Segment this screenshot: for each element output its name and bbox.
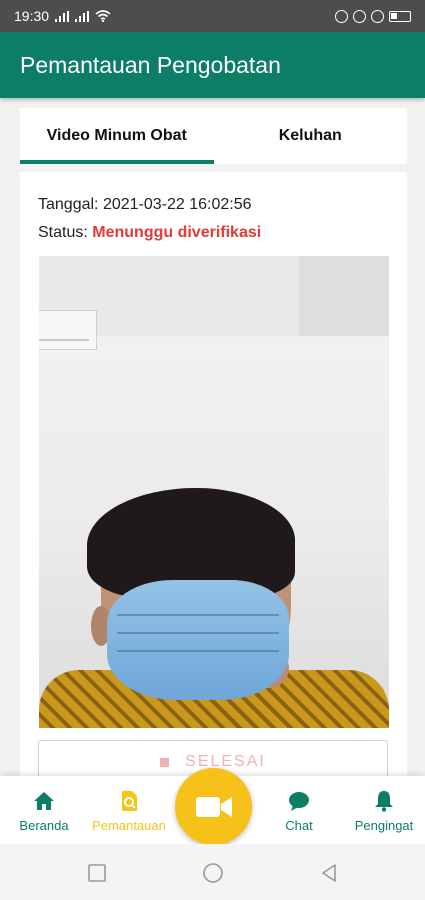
alarm-icon <box>371 9 384 23</box>
home-circle-icon[interactable] <box>202 862 224 884</box>
date-value: 2021-03-22 16:02:56 <box>102 196 252 213</box>
video-preview[interactable] <box>39 256 389 728</box>
system-navigation-bar <box>0 844 425 900</box>
date-label: Tanggal: <box>38 196 99 213</box>
nav-item-pengingat[interactable]: Pengingat <box>350 790 418 833</box>
status-line: Status: Menunggu diverifikasi <box>38 224 261 242</box>
status-bar: 19:30 <box>0 0 425 32</box>
video-air-conditioner <box>39 310 97 350</box>
tab-bar: Video Minum Obat Keluhan <box>20 108 407 164</box>
home-icon <box>34 792 54 810</box>
page-title: Pemantauan Pengobatan <box>20 51 281 78</box>
chat-icon <box>289 792 309 811</box>
status-label: Status: <box>38 224 88 241</box>
wifi-icon <box>95 10 111 22</box>
video-camera-icon <box>195 796 232 817</box>
app-bar: Pemantauan Pengobatan <box>0 32 425 98</box>
tab-keluhan[interactable]: Keluhan <box>214 108 408 164</box>
back-icon[interactable] <box>318 862 340 884</box>
nav-label: Chat <box>285 818 313 833</box>
nav-item-pemantauan[interactable]: Pemantauan <box>88 790 170 833</box>
battery-icon <box>389 10 411 22</box>
eye-comfort-icon <box>335 9 348 23</box>
recent-apps-icon[interactable] <box>86 862 108 884</box>
video-wall <box>299 256 389 336</box>
video-person <box>39 488 389 728</box>
tab-label: Keluhan <box>278 127 342 144</box>
video-record-card: Tanggal: 2021-03-22 16:02:56 Status: Men… <box>20 172 407 792</box>
person-face-mask <box>107 580 289 700</box>
finish-button-label: SELESAI <box>185 753 266 770</box>
signal-icon-2 <box>75 10 90 22</box>
data-saver-icon <box>353 9 366 23</box>
clock: 19:30 <box>14 8 50 24</box>
nav-label: Pengingat <box>354 818 414 833</box>
stop-icon <box>160 757 170 767</box>
status-value: Menunggu diverifikasi <box>92 224 262 241</box>
tab-video-minum-obat[interactable]: Video Minum Obat <box>20 108 214 164</box>
record-video-button[interactable] <box>175 768 252 845</box>
nav-item-beranda[interactable]: Beranda <box>15 790 73 833</box>
nav-item-chat[interactable]: Chat <box>277 790 321 833</box>
monitor-search-icon <box>122 791 137 811</box>
bell-icon <box>375 791 393 812</box>
date-line: Tanggal: 2021-03-22 16:02:56 <box>38 196 252 214</box>
nav-label: Pemantauan <box>92 818 166 833</box>
nav-label: Beranda <box>19 818 69 833</box>
signal-icon <box>55 10 70 22</box>
tab-label: Video Minum Obat <box>46 127 187 144</box>
